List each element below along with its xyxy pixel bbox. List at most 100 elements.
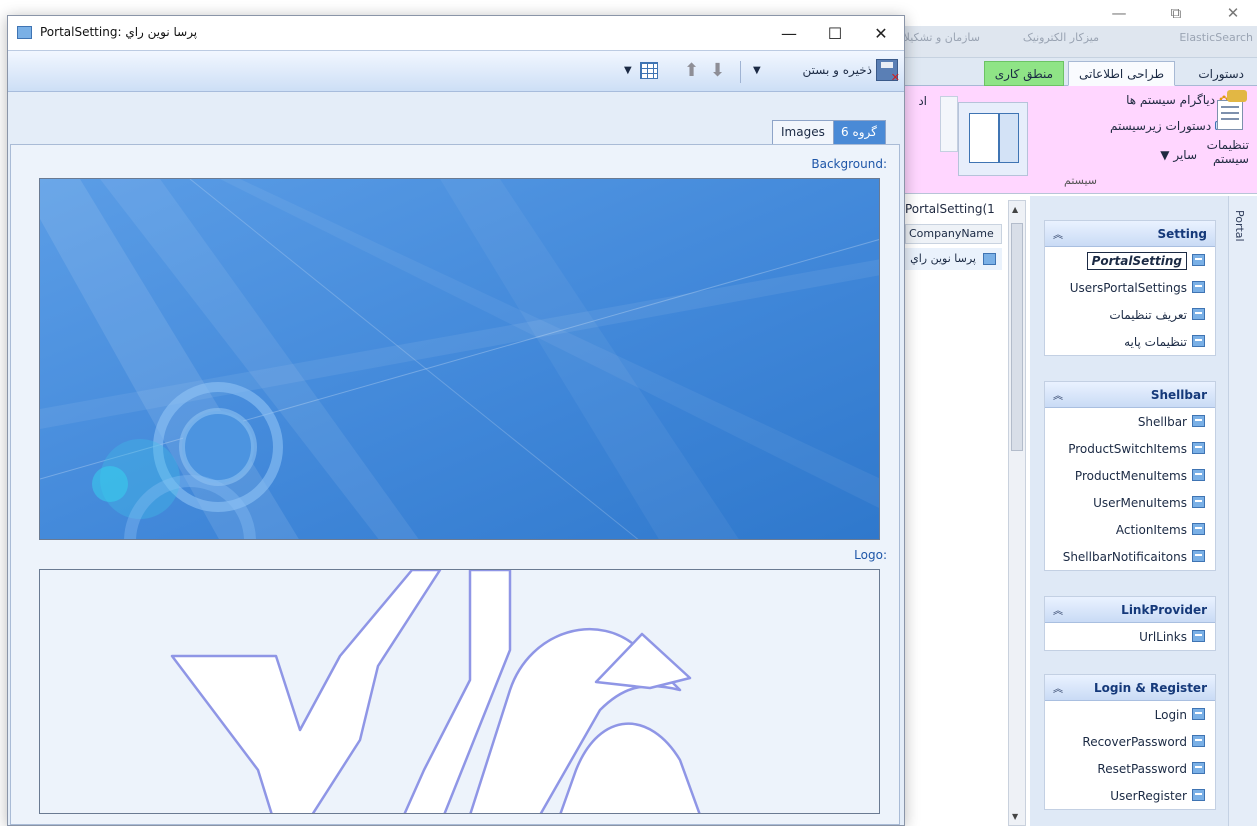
ribbon-tab-info-design[interactable]: طراحی اطلاعاتی [1068,61,1175,86]
nav-group-header[interactable]: ︽ Login & Register [1045,675,1215,701]
app-restore-button[interactable]: ⧉ [1154,0,1198,26]
gallery-scrollbar[interactable] [940,96,958,152]
chevron-down-icon: ▼ [1160,148,1170,162]
scrollbar-thumb[interactable] [1011,223,1023,451]
tab-images[interactable]: Images [772,120,834,144]
form-icon [1192,442,1205,454]
top-tab-organization[interactable]: سازمان و تشکیلات [893,31,980,44]
ribbon-group-label: سیستم [1064,174,1097,187]
form-icon [1192,335,1205,347]
collapse-icon[interactable]: ︽ [1053,602,1063,617]
background-image[interactable] [39,178,880,540]
grid-column-header[interactable]: CompanyName [905,224,1002,244]
app-minimize-button[interactable]: — [1097,0,1141,26]
navigation-panel: ︽ Setting PortalSetting UsersPortalSetti… [1030,196,1228,826]
nav-item-reset-password[interactable]: ResetPassword [1045,755,1215,782]
nav-item-define-settings[interactable]: تعریف تنظیمات [1045,301,1215,328]
form-icon [1192,708,1205,720]
form-icon [1192,630,1205,642]
grid-view-icon[interactable] [640,62,658,79]
subsystem-commands-button[interactable]: دستورات زیرسیستم [1110,119,1229,133]
nav-group-header[interactable]: ︽ LinkProvider [1045,597,1215,623]
tab-group-6[interactable]: گروه 6 [832,120,886,144]
app-close-button[interactable]: ✕ [1211,0,1255,26]
form-icon [1192,523,1205,535]
record-icon [983,253,996,265]
save-and-close-button[interactable]: ذخیره و بستن [802,59,900,84]
window-toolbar: ذخیره و بستن ▼ ⬇ ⬆ ▼ [8,50,904,92]
ribbon-tab-commands[interactable]: دستورات [1187,61,1255,86]
form-icon [1192,469,1205,481]
system-settings-label-1: تنظیمات [1206,138,1249,152]
nav-item-product-menu-items[interactable]: ProductMenuItems [1045,462,1215,489]
collapse-icon[interactable]: ︽ [1053,387,1063,402]
top-tab-elasticsearch[interactable]: ElasticSearch [1179,31,1253,44]
ribbon-tab-business-logic[interactable]: منطق کاری [983,61,1064,86]
form-icon [1192,496,1205,508]
nav-item-recover-password[interactable]: RecoverPassword [1045,728,1215,755]
form-icon [1192,735,1205,747]
ribbon-cut-label: اد [918,94,927,108]
background-field-label: :Background [811,157,887,171]
scroll-up-icon[interactable]: ▲ [1012,205,1018,214]
grid-view-dropdown[interactable]: ▼ [624,65,632,76]
form-icon [1192,762,1205,774]
form-icon [1192,281,1205,293]
logo-field-label: :Logo [854,548,887,562]
grid-scrollbar[interactable]: ▲ ▼ [1008,200,1026,826]
tab-page: :Background:Logo [10,144,900,825]
nav-item-login[interactable]: Login [1045,701,1215,728]
move-down-icon[interactable]: ⬇ [710,61,725,81]
nav-item-user-register[interactable]: UserRegister [1045,782,1215,809]
logo-picture [170,570,701,813]
top-tabstrip: سازمان و تشکیلات میزکار الکترونیک Elasti… [893,26,1257,58]
form-icon [1192,415,1205,427]
nav-group-login-register: ︽ Login & Register Login RecoverPassword… [1044,674,1216,810]
toolbar-separator [740,61,741,83]
minimize-button[interactable]: — [766,16,812,50]
ribbon-gallery[interactable] [958,102,1028,176]
form-icon [1192,254,1205,266]
form-tabs: گروه 6 Images [8,120,904,144]
close-button[interactable]: ✕ [858,16,904,50]
form-icon [1192,550,1205,562]
form-icon [1192,308,1205,320]
window-titlebar[interactable]: PortalSetting: پرسا نوین راي — ☐ ✕ [8,16,904,50]
other-dropdown[interactable]: سایر ▼ [1160,148,1197,162]
grid-title: PortalSetting(1 [905,202,995,216]
save-options-dropdown[interactable]: ▼ [753,65,761,76]
nav-item-users-portal-settings[interactable]: UsersPortalSettings [1045,274,1215,301]
nav-item-shellbar[interactable]: Shellbar [1045,408,1215,435]
nav-item-shellbar-notifications[interactable]: ShellbarNotificaitons [1045,543,1215,570]
nav-item-base-settings[interactable]: تنظیمات پایه [1045,328,1215,355]
table-row[interactable]: پرسا نوین راي [905,248,1002,270]
nav-item-user-menu-items[interactable]: UserMenuItems [1045,489,1215,516]
system-settings-icon[interactable] [1213,90,1249,134]
nav-group-link-provider: ︽ LinkProvider UrlLinks [1044,596,1216,651]
top-tab-e-desk[interactable]: میزکار الکترونیک [1023,31,1099,44]
logo-image[interactable] [39,569,880,814]
system-settings-label-2: سیستم [1213,152,1249,166]
nav-group-shellbar: ︽ Shellbar Shellbar ProductSwitchItems P… [1044,381,1216,571]
maximize-button[interactable]: ☐ [812,16,858,50]
background-picture [40,179,879,539]
scroll-down-icon[interactable]: ▼ [1012,812,1018,821]
window-title: PortalSetting: پرسا نوین راي [40,25,198,39]
records-grid: PortalSetting(1 CompanyName پرسا نوین را… [905,196,1005,826]
portal-side-tab-label: Portal [1233,210,1246,242]
portal-setting-window: PortalSetting: پرسا نوین راي — ☐ ✕ ذخیره… [7,15,905,826]
form-icon [1192,789,1205,801]
form-icon [17,26,32,39]
save-close-icon [876,59,900,84]
nav-item-url-links[interactable]: UrlLinks [1045,623,1215,650]
nav-group-header[interactable]: ︽ Setting [1045,221,1215,247]
nav-group-header[interactable]: ︽ Shellbar [1045,382,1215,408]
portal-side-tab[interactable]: Portal [1228,196,1257,826]
nav-item-product-switch-items[interactable]: ProductSwitchItems [1045,435,1215,462]
collapse-icon[interactable]: ︽ [1053,680,1063,695]
collapse-icon[interactable]: ︽ [1053,226,1063,241]
ribbon-tabs: دستورات طراحی اطلاعاتی منطق کاری [905,58,1257,86]
nav-item-action-items[interactable]: ActionItems [1045,516,1215,543]
move-up-icon[interactable]: ⬆ [684,61,699,81]
nav-item-portal-setting[interactable]: PortalSetting [1045,247,1215,274]
